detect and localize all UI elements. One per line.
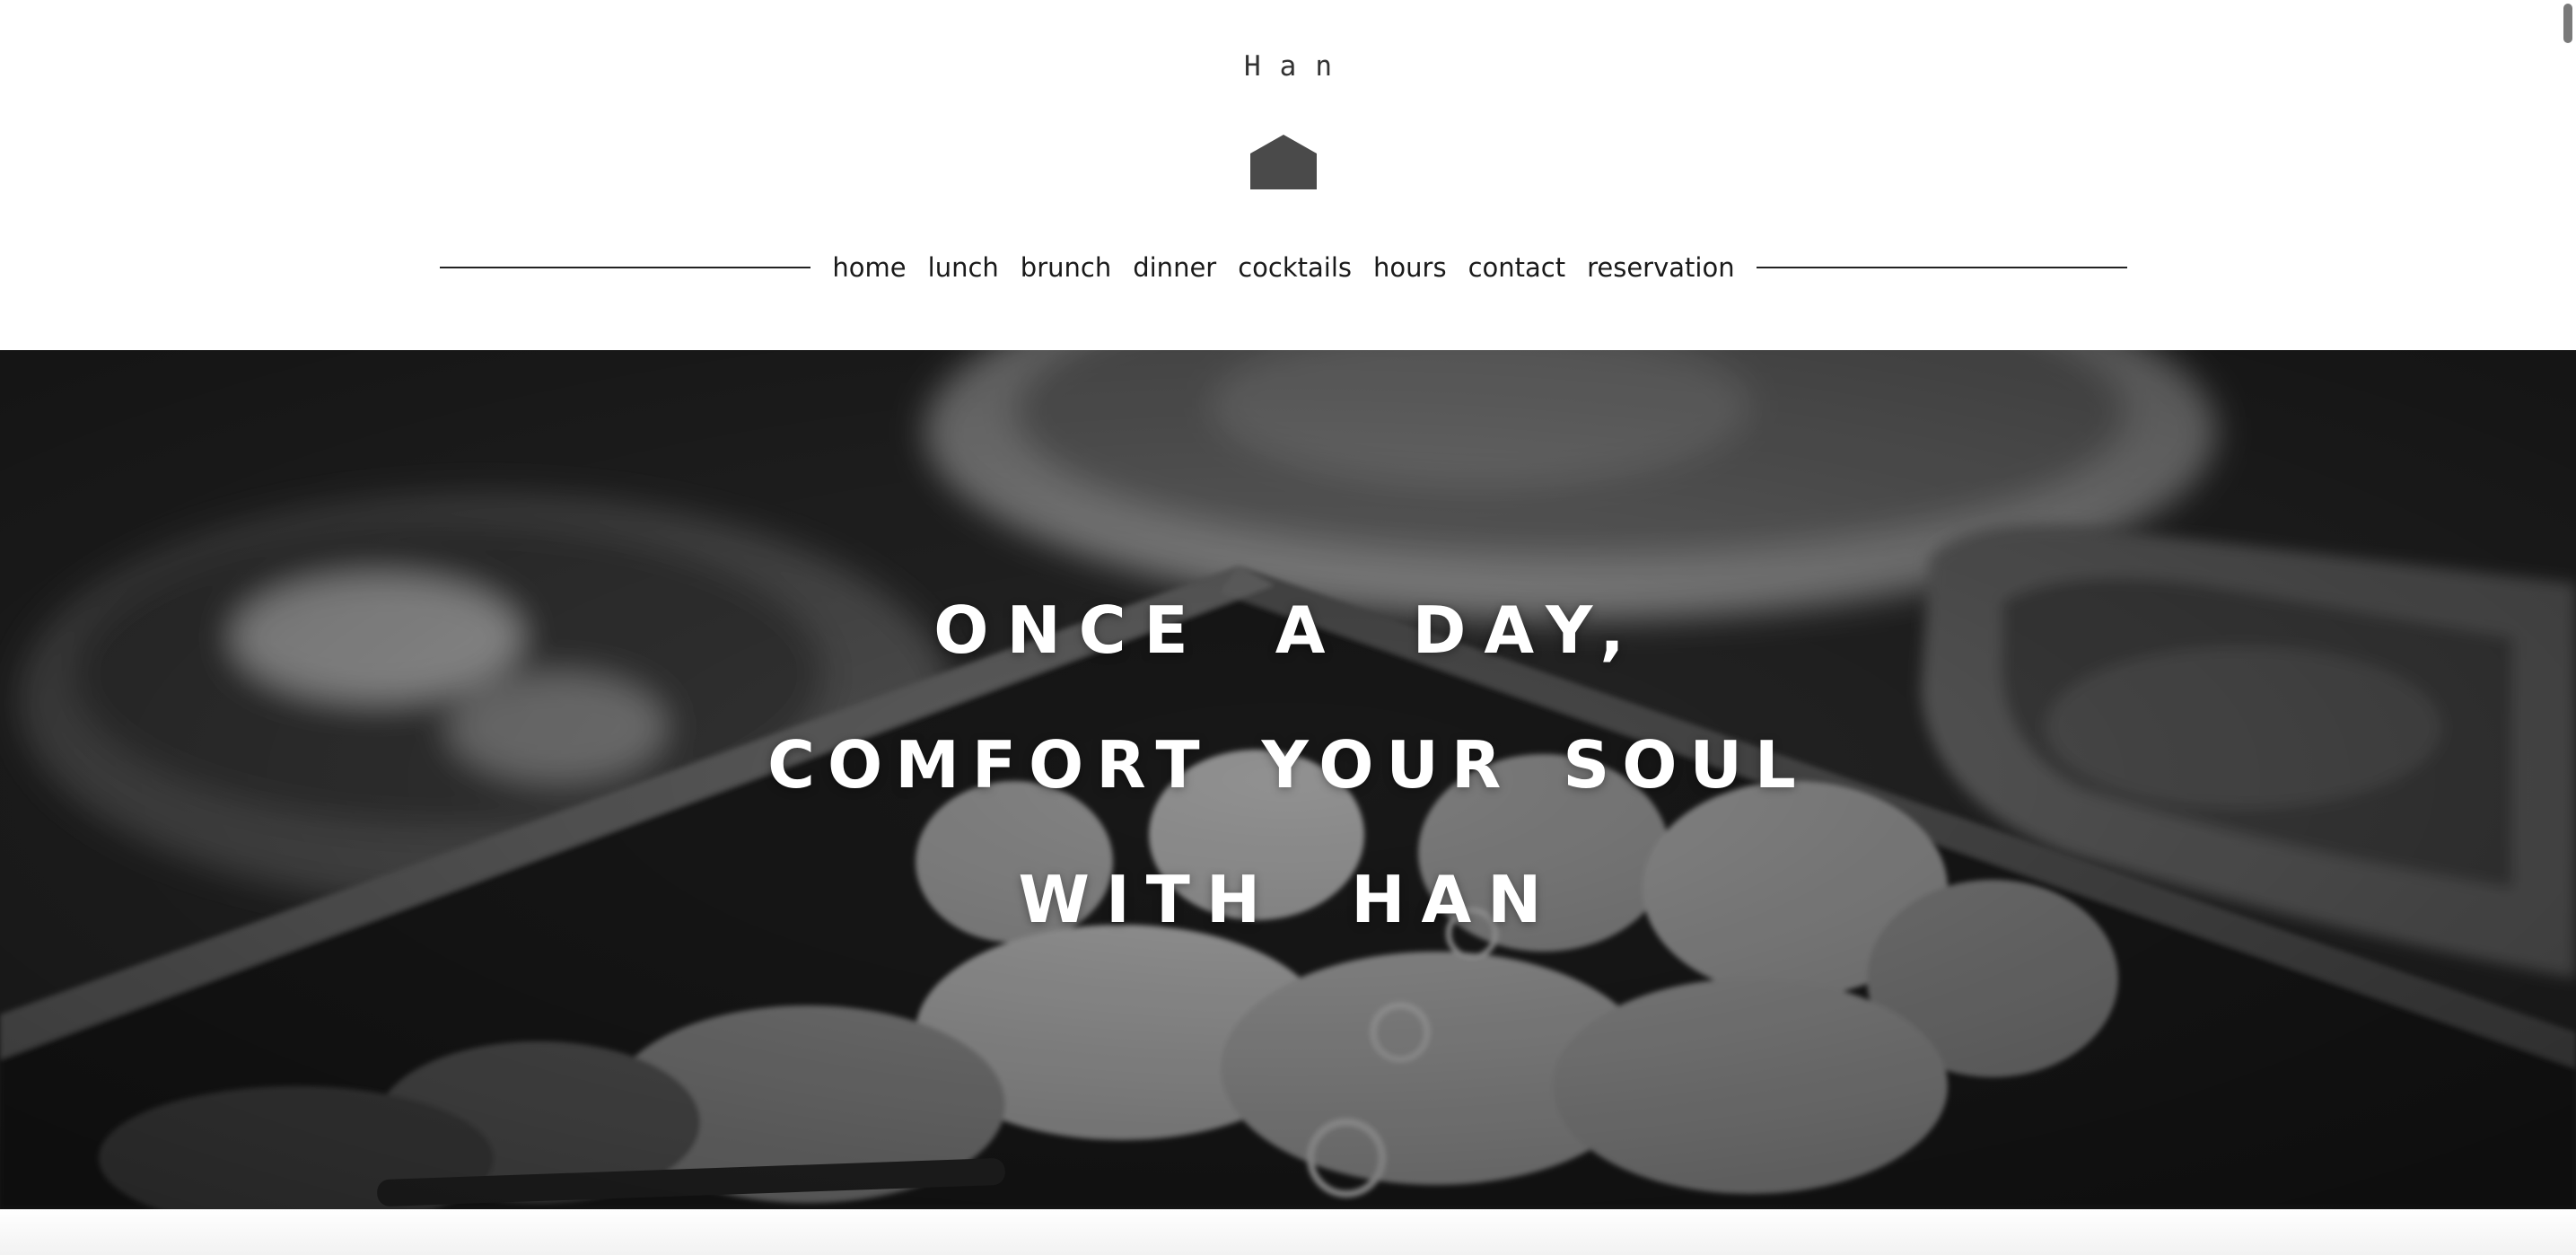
nav-item-contact[interactable]: contact: [1458, 252, 1577, 283]
page: Han home lunch brunch dinner cocktails h…: [0, 0, 2576, 1255]
house-icon[interactable]: [1250, 135, 1317, 189]
site-header: Han home lunch brunch dinner cocktails h…: [0, 0, 2576, 350]
hero-headline-line2: COMFORT YOUR SOUL: [767, 727, 1809, 803]
scrollbar-thumb[interactable]: [2563, 4, 2572, 43]
hero-headline-line1: ONCE A DAY,: [933, 592, 1643, 668]
nav-divider-right: [1756, 267, 2127, 268]
nav-item-lunch[interactable]: lunch: [917, 252, 1010, 283]
nav-items: home lunch brunch dinner cocktails hours…: [810, 252, 1756, 283]
brand-logo[interactable]: Han: [0, 50, 2576, 83]
nav-item-reservation[interactable]: reservation: [1576, 252, 1745, 283]
next-section-edge: [0, 1209, 2576, 1255]
hero-banner: ONCE A DAY, COMFORT YOUR SOUL WITH HAN: [0, 350, 2576, 1209]
nav-item-hours[interactable]: hours: [1362, 252, 1458, 283]
nav-item-brunch[interactable]: brunch: [1010, 252, 1122, 283]
nav-item-dinner[interactable]: dinner: [1122, 252, 1227, 283]
main-nav: home lunch brunch dinner cocktails hours…: [440, 244, 2127, 291]
scrollbar[interactable]: [2558, 0, 2576, 1255]
hero-headline-line3: WITH HAN: [1018, 862, 1558, 937]
nav-divider-left: [440, 267, 811, 268]
nav-item-home[interactable]: home: [821, 252, 916, 283]
nav-item-cocktails[interactable]: cocktails: [1227, 252, 1362, 283]
